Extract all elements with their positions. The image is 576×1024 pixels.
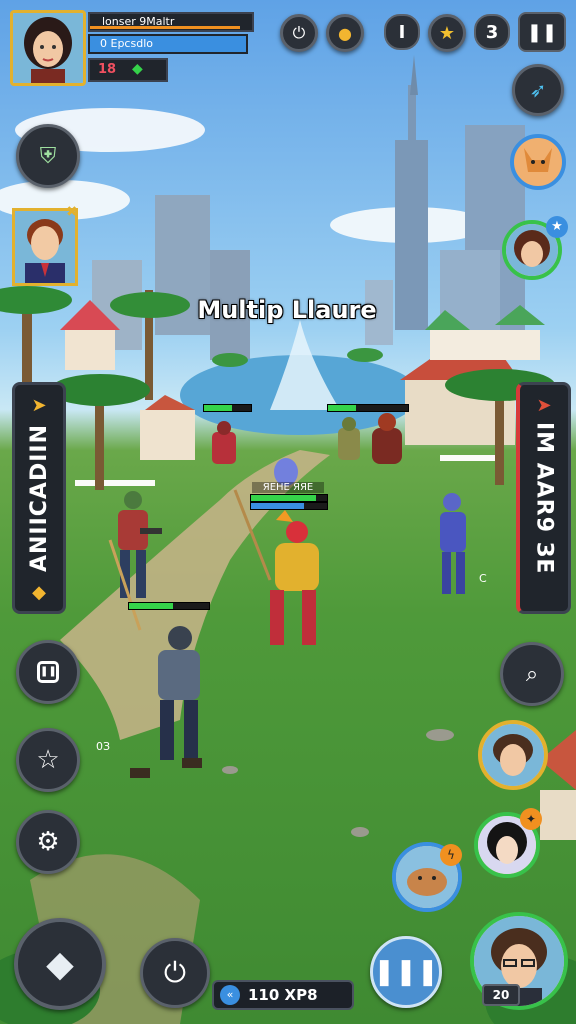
reload-icon: ⏻ bbox=[163, 956, 187, 989]
ally-portrait-fox[interactable] bbox=[510, 134, 566, 190]
blade-icon: ◆ bbox=[46, 943, 74, 985]
stray-label-right: C bbox=[479, 572, 487, 585]
fox-face-icon bbox=[524, 148, 552, 172]
left-banner[interactable]: ➤ ANIICADIIN ◆ bbox=[12, 382, 66, 614]
search-icon: ⌕ bbox=[525, 661, 539, 687]
hero-level: 20 bbox=[492, 988, 510, 1002]
pause-square-icon: ❚❚ bbox=[37, 661, 59, 683]
star-icon[interactable]: ★ bbox=[428, 14, 466, 52]
pause-icon: ❚❚ bbox=[526, 21, 558, 43]
player-panel: lonser 9Maltr 0 Epcsdlo 18 ◆ bbox=[10, 10, 254, 88]
enemy-hp-bar-1 bbox=[203, 404, 252, 412]
skill-pause-button[interactable]: ❚❚❚ bbox=[370, 936, 442, 1008]
resource-counter-2[interactable]: 3 bbox=[474, 14, 510, 50]
xp-counter: 110 XP8 bbox=[248, 986, 318, 1004]
coin-boost-icon[interactable]: ● bbox=[326, 14, 364, 52]
pause-square-button[interactable]: ❚❚ bbox=[16, 640, 80, 704]
attack-button[interactable]: ◆ bbox=[14, 918, 106, 1010]
hero-hp-bar bbox=[250, 494, 328, 502]
left-banner-bottom-icon: ◆ bbox=[32, 582, 46, 603]
player-substat: 0 Epcsdlo bbox=[100, 37, 153, 50]
hero-level-badge: 20 bbox=[482, 984, 520, 1006]
gear-icon: ⚙ bbox=[36, 827, 60, 857]
hero-energy-bar bbox=[250, 502, 328, 510]
right-banner[interactable]: ➤ IM AAR9 ЗЕ bbox=[516, 382, 571, 614]
player-level: 18 bbox=[98, 62, 117, 77]
left-banner-text: ANIICADIIN bbox=[26, 423, 52, 573]
player-avatar[interactable] bbox=[10, 10, 86, 86]
player-avatar-face bbox=[13, 13, 83, 83]
player-substat-bar: 0 Epcsdlo bbox=[88, 34, 248, 54]
reload-button[interactable]: ⏻ bbox=[140, 938, 210, 1008]
compass-icon[interactable]: ➶ bbox=[512, 64, 564, 116]
resource-counter-1[interactable]: I bbox=[384, 14, 420, 50]
stray-label-left: 0З bbox=[96, 740, 111, 753]
settings-button[interactable]: ⚙ bbox=[16, 810, 80, 874]
hero-name-label: ЯЕНЕ ЯЯЕ bbox=[252, 482, 324, 493]
enemy-ninja-blue bbox=[440, 493, 466, 594]
skill-pause-icon: ❚❚❚ bbox=[373, 957, 439, 987]
team-portrait-1[interactable] bbox=[478, 720, 548, 790]
resource-count-2: 3 bbox=[485, 21, 499, 43]
power-icon[interactable]: ⏻ bbox=[280, 14, 318, 52]
portrait-skill-badge-icon: ✦ bbox=[520, 808, 542, 830]
star-outline-icon: ☆ bbox=[36, 745, 60, 775]
portrait-star-badge-icon: ★ bbox=[546, 216, 568, 238]
level-up-arrow-icon: ◆ bbox=[132, 61, 143, 77]
resource-count-1: I bbox=[398, 21, 406, 43]
enemy-hp-bar-2 bbox=[327, 404, 409, 412]
right-banner-top-icon: ➤ bbox=[536, 395, 552, 416]
search-map-button[interactable]: ⌕ bbox=[500, 642, 564, 706]
xp-counter-panel: « 110 XP8 bbox=[212, 980, 354, 1010]
pause-button[interactable]: ❚❚ bbox=[518, 12, 566, 52]
xp-icon: « bbox=[220, 985, 240, 1005]
hero-1-face-icon bbox=[482, 724, 544, 786]
player-level-bar: 18 ◆ bbox=[88, 58, 168, 82]
left-banner-top-icon: ➤ bbox=[31, 395, 47, 416]
game-screen: ЯЕНЕ ЯЯЕ 0З C Multip Llaure lonser 9Malt… bbox=[0, 0, 576, 1024]
game-title: Multip Llaure bbox=[197, 296, 377, 324]
armor-icon[interactable]: ⛨ bbox=[16, 124, 80, 188]
ally-hp-bar bbox=[128, 602, 210, 610]
close-icon[interactable]: ✖ bbox=[66, 204, 78, 220]
favorites-button[interactable]: ☆ bbox=[16, 728, 80, 792]
boss-face-icon bbox=[15, 211, 75, 283]
right-banner-text: IM AAR9 ЗЕ bbox=[531, 421, 557, 575]
portrait-lightning-badge-icon: ϟ bbox=[440, 844, 462, 866]
player-name-bar: lonser 9Maltr bbox=[88, 12, 254, 32]
